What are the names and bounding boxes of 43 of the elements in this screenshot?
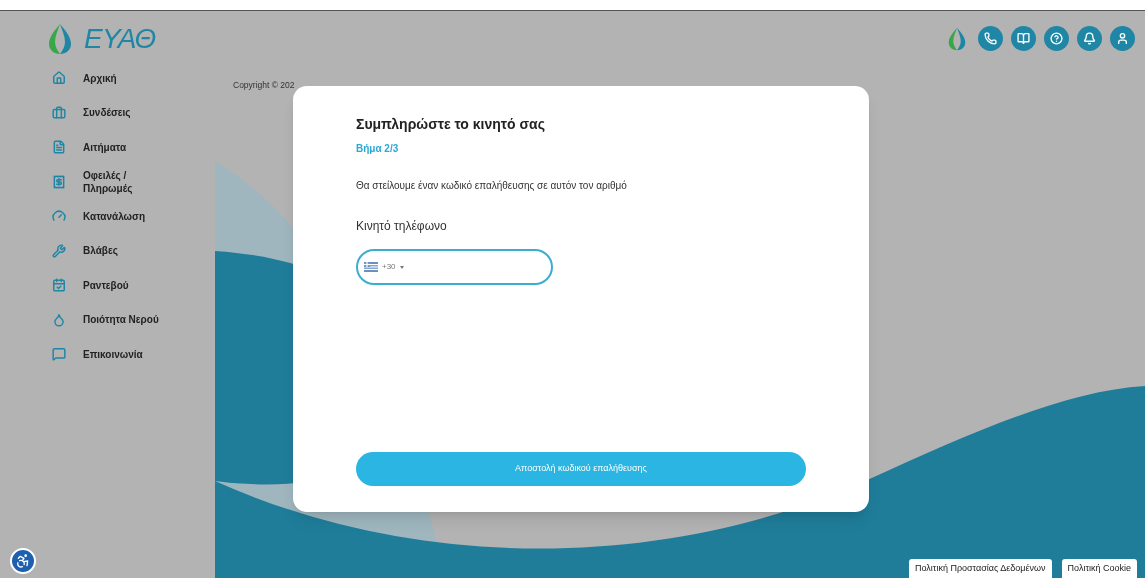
book-button[interactable]	[1011, 26, 1036, 51]
caret-icon	[399, 265, 404, 269]
drop-logo-icon	[48, 23, 72, 55]
field-label: Κινητό τηλέφωνο	[356, 218, 448, 235]
phone-button[interactable]	[978, 26, 1003, 51]
sidebar-item[interactable]: Αιτήματα	[83, 140, 163, 154]
home-icon	[52, 71, 66, 86]
bell-button[interactable]	[1077, 26, 1102, 51]
user-button[interactable]	[1110, 26, 1135, 51]
briefcase-icon	[52, 105, 66, 120]
country-code[interactable]: +30	[382, 261, 396, 273]
sidebar-item[interactable]: Ραντεβού	[83, 278, 163, 292]
accessibility-button[interactable]	[10, 548, 36, 574]
sidebar-item[interactable]: Ποιότητα Νερού	[83, 313, 163, 327]
sidebar-item[interactable]: Κατανάλωση	[83, 209, 163, 223]
flag-icon	[364, 262, 378, 272]
user-icon	[1116, 32, 1129, 45]
chat-icon	[52, 347, 66, 362]
copyright-text: Copyright © 202	[233, 79, 295, 92]
sidebar-item[interactable]: Αρχική	[83, 71, 163, 85]
phone-icon	[984, 32, 997, 45]
droplet-icon	[52, 312, 66, 327]
receipt-icon	[52, 174, 66, 189]
gauge-icon	[52, 209, 66, 224]
logo-wordmark: ΕΥΑΘ	[84, 25, 156, 53]
accessibility-icon	[15, 553, 31, 569]
sidebar-item[interactable]: Οφειλές / Πληρωμές	[83, 168, 163, 195]
book-icon	[1017, 32, 1030, 45]
help-icon	[1050, 32, 1063, 45]
description-text: Θα στείλουμε έναν κωδικό επαλήθευσης σε αυτόν τον αριθμό	[356, 179, 628, 193]
drop-logo-icon	[948, 27, 966, 51]
modal-title: Συμπληρώστε το κινητό σας	[356, 115, 546, 134]
footer-link[interactable]: Πολιτική Προστασίας Δεδομένων	[909, 558, 1052, 578]
help-button[interactable]	[1044, 26, 1069, 51]
sidebar-item[interactable]: Συνδέσεις	[83, 106, 163, 120]
calendar-icon	[52, 278, 66, 293]
step-indicator: Βήμα 2/3	[356, 142, 400, 156]
sidebar-item[interactable]: Βλάβες	[83, 244, 163, 258]
bell-icon	[1083, 32, 1096, 45]
wrench-icon	[52, 243, 66, 258]
document-icon	[52, 140, 66, 155]
sidebar-item[interactable]: Επικοινωνία	[83, 347, 163, 361]
phone-input-field[interactable]: +30	[356, 249, 553, 285]
